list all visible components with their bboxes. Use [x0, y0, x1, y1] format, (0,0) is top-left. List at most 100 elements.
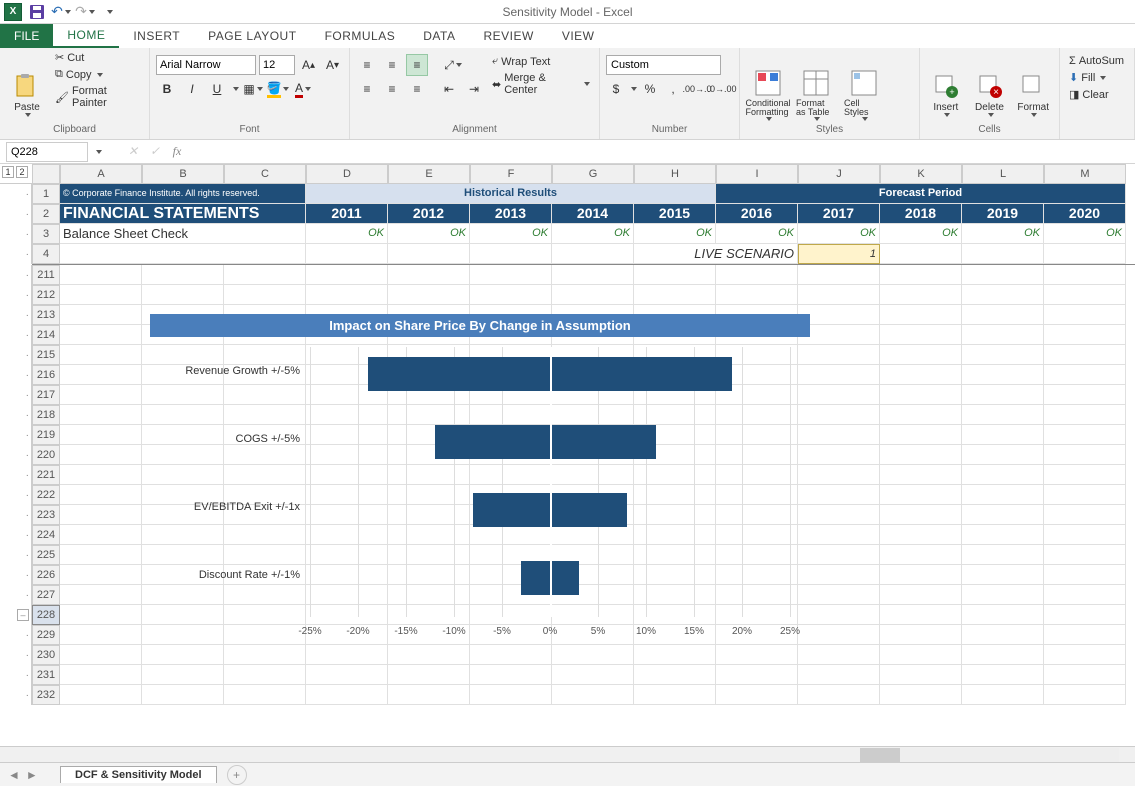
cell[interactable] — [798, 505, 880, 525]
tab-view[interactable]: VIEW — [548, 24, 609, 48]
cell[interactable]: OK — [962, 224, 1044, 244]
cell[interactable] — [1044, 385, 1126, 405]
cell[interactable] — [60, 485, 142, 505]
tab-page-layout[interactable]: PAGE LAYOUT — [194, 24, 310, 48]
cell[interactable] — [470, 685, 552, 705]
row-header[interactable]: 222 — [32, 485, 60, 505]
cell[interactable] — [798, 345, 880, 365]
cell[interactable] — [880, 565, 962, 585]
decrease-font-icon[interactable]: A▾ — [322, 54, 343, 76]
cell[interactable] — [962, 645, 1044, 665]
cell[interactable] — [798, 285, 880, 305]
cell[interactable] — [552, 265, 634, 285]
cell[interactable]: 2012 — [388, 204, 470, 224]
cell[interactable] — [60, 545, 142, 565]
cell[interactable] — [60, 625, 142, 645]
tab-home[interactable]: HOME — [53, 24, 119, 48]
cell[interactable] — [634, 285, 716, 305]
column-header-D[interactable]: D — [306, 164, 388, 184]
fx-icon[interactable]: fx — [166, 141, 188, 163]
cell[interactable]: 2016 — [716, 204, 798, 224]
row-header[interactable]: 223 — [32, 505, 60, 525]
cell[interactable]: © Corporate Finance Institute. All right… — [60, 184, 306, 204]
cell[interactable] — [388, 285, 470, 305]
row-header[interactable]: 224 — [32, 525, 60, 545]
align-right-icon[interactable]: ≡ — [406, 78, 428, 100]
cell[interactable] — [798, 625, 880, 645]
align-top-icon[interactable]: ≡ — [356, 54, 378, 76]
column-header-G[interactable]: G — [552, 164, 634, 184]
column-header-F[interactable]: F — [470, 164, 552, 184]
cell[interactable] — [1044, 305, 1126, 325]
column-header-E[interactable]: E — [388, 164, 470, 184]
font-size-input[interactable] — [259, 55, 295, 75]
cell[interactable] — [470, 665, 552, 685]
cell[interactable] — [798, 365, 880, 385]
cell[interactable] — [880, 365, 962, 385]
cell[interactable]: Forecast Period — [716, 184, 1126, 204]
cell[interactable] — [1044, 485, 1126, 505]
cell[interactable] — [1044, 425, 1126, 445]
row-header[interactable]: 220 — [32, 445, 60, 465]
cell[interactable] — [962, 305, 1044, 325]
cell[interactable] — [716, 665, 798, 685]
cell[interactable] — [716, 265, 798, 285]
row-header[interactable]: 229 — [32, 625, 60, 645]
row-header[interactable]: 215 — [32, 345, 60, 365]
cell[interactable] — [962, 285, 1044, 305]
cell[interactable] — [224, 265, 306, 285]
add-sheet-button[interactable]: + — [227, 765, 247, 785]
cell[interactable] — [1044, 244, 1126, 264]
horizontal-scrollbar[interactable] — [0, 746, 1135, 762]
cell[interactable] — [962, 625, 1044, 645]
row-header[interactable]: 3 — [32, 224, 60, 244]
cell[interactable]: OK — [470, 224, 552, 244]
cell[interactable] — [798, 685, 880, 705]
cell[interactable] — [962, 425, 1044, 445]
cell[interactable]: 2020 — [1044, 204, 1126, 224]
tab-formulas[interactable]: FORMULAS — [311, 24, 410, 48]
cell[interactable] — [880, 385, 962, 405]
row-header[interactable]: 227 — [32, 585, 60, 605]
cell[interactable] — [60, 365, 142, 385]
cell[interactable] — [880, 625, 962, 645]
cell[interactable]: OK — [634, 224, 716, 244]
outline-level-1[interactable]: 1 — [2, 166, 14, 178]
cell[interactable] — [60, 405, 142, 425]
align-left-icon[interactable]: ≡ — [356, 78, 378, 100]
tab-insert[interactable]: INSERT — [119, 24, 194, 48]
cell[interactable] — [1044, 465, 1126, 485]
decrease-indent-icon[interactable]: ⇤ — [438, 78, 460, 100]
cell[interactable] — [552, 665, 634, 685]
row-header[interactable]: 219 — [32, 425, 60, 445]
row-header[interactable]: 4 — [32, 244, 60, 264]
wrap-text-button[interactable]: ⤶Wrap Text — [489, 54, 593, 69]
cell[interactable] — [306, 244, 388, 264]
cell[interactable]: OK — [388, 224, 470, 244]
cell[interactable] — [880, 665, 962, 685]
cell[interactable] — [880, 445, 962, 465]
cell[interactable]: OK — [798, 224, 880, 244]
cell[interactable] — [880, 425, 962, 445]
cell[interactable] — [880, 345, 962, 365]
number-format-select[interactable] — [606, 55, 721, 75]
comma-format-button[interactable]: , — [663, 78, 683, 100]
cell[interactable] — [798, 585, 880, 605]
cell[interactable]: OK — [1044, 224, 1126, 244]
cell[interactable] — [1044, 665, 1126, 685]
cell[interactable] — [962, 345, 1044, 365]
row-header[interactable]: 212 — [32, 285, 60, 305]
cell[interactable] — [1044, 685, 1126, 705]
column-header-C[interactable]: C — [224, 164, 306, 184]
clear-button[interactable]: ◨Clear — [1066, 87, 1128, 102]
cell[interactable] — [60, 345, 142, 365]
cell[interactable] — [962, 505, 1044, 525]
cell[interactable] — [798, 645, 880, 665]
cell[interactable] — [1044, 365, 1126, 385]
sheet-nav-next-icon[interactable]: ► — [26, 768, 38, 782]
cell[interactable] — [798, 425, 880, 445]
cell[interactable] — [880, 685, 962, 705]
cell[interactable] — [880, 645, 962, 665]
row-header[interactable]: 230 — [32, 645, 60, 665]
row-header[interactable]: 225 — [32, 545, 60, 565]
